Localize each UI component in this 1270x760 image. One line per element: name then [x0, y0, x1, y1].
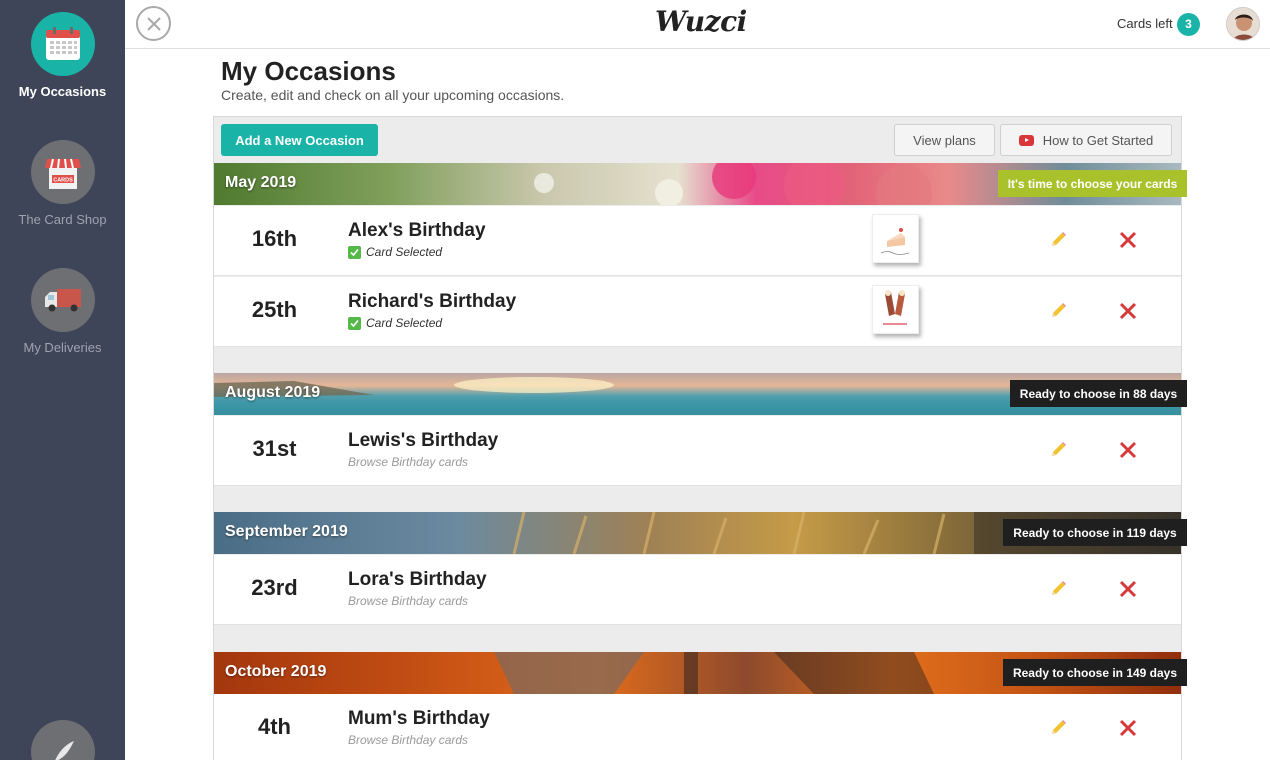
sidebar-item-label: My Occasions: [18, 84, 107, 99]
occasion-row[interactable]: 31st Lewis's Birthday Browse Birthday ca…: [214, 416, 1181, 486]
delete-x-icon[interactable]: [1118, 718, 1138, 738]
delete-x-icon[interactable]: [1118, 579, 1138, 599]
page-subtitle: Create, edit and check on all your upcom…: [221, 87, 565, 103]
occasion-date: 16th: [251, 226, 298, 251]
view-plans-label: View plans: [913, 132, 976, 148]
selected-card-thumbnail[interactable]: [872, 285, 919, 334]
occasion-status[interactable]: Browse Birthday cards: [348, 455, 468, 469]
month-label: September 2019: [225, 523, 348, 540]
edit-pencil-icon[interactable]: [1048, 718, 1068, 738]
occasion-date: 23rd: [251, 575, 298, 600]
beer-card-image: [883, 290, 907, 325]
occasion-status-text: Card Selected: [366, 245, 443, 259]
occasion-row[interactable]: 23rd Lora's Birthday Browse Birthday car…: [214, 555, 1181, 625]
occasion-date: 4th: [258, 714, 291, 739]
shop-icon: CARDS: [30, 140, 95, 204]
cards-left-count-badge: 3: [1177, 13, 1200, 36]
view-plans-button[interactable]: View plans: [894, 124, 995, 156]
occasion-name[interactable]: Richard's Birthday: [348, 291, 516, 313]
sidebar-item-my-occasions[interactable]: My Occasions: [0, 12, 125, 99]
delete-x-icon[interactable]: [1118, 440, 1138, 460]
month-label: August 2019: [225, 384, 321, 401]
logo: Wuzci: [655, 5, 747, 38]
occasion-date: 25th: [251, 297, 298, 322]
page-title: My Occasions: [221, 56, 396, 86]
sidebar-item-my-deliveries[interactable]: My Deliveries: [0, 268, 125, 355]
avatar[interactable]: [1226, 7, 1260, 41]
browse-cards-link[interactable]: Browse Birthday cards: [348, 594, 468, 608]
occasion-date: 31st: [252, 436, 297, 461]
browse-cards-link[interactable]: Browse Birthday cards: [348, 733, 468, 747]
close-icon: [146, 16, 161, 31]
occasion-row[interactable]: 4th Mum's Birthday Browse Birthday cards: [214, 694, 1181, 760]
occasion-row[interactable]: 25th Richard's Birthday Card Selected: [214, 277, 1181, 347]
occasion-status-text: Card Selected: [366, 316, 443, 330]
svg-text:CARDS: CARDS: [53, 178, 73, 184]
occasion-name[interactable]: Lewis's Birthday: [348, 430, 498, 452]
edit-pencil-icon[interactable]: [1048, 301, 1068, 321]
month-label: May 2019: [225, 174, 297, 191]
delete-x-icon[interactable]: [1118, 301, 1138, 321]
add-occasion-button[interactable]: Add a New Occasion: [221, 124, 378, 156]
sidebar: My Occasions CARDS The Card Shop My Deli…: [0, 0, 125, 760]
how-to-get-started-button[interactable]: How to Get Started: [1000, 124, 1172, 156]
close-button[interactable]: [136, 6, 171, 41]
occasion-row[interactable]: 16th Alex's Birthday Card Selected: [214, 206, 1181, 276]
feather-icon: [30, 720, 95, 760]
occasion-status: Card Selected: [348, 245, 442, 259]
occasion-status[interactable]: Browse Birthday cards: [348, 733, 468, 747]
sidebar-item-label: My Deliveries: [23, 340, 102, 355]
occasion-name[interactable]: Mum's Birthday: [348, 708, 490, 730]
occasion-name[interactable]: Lora's Birthday: [348, 569, 487, 591]
delete-x-icon[interactable]: [1118, 230, 1138, 250]
cards-left-label: Cards left: [1117, 16, 1173, 31]
check-icon: [348, 245, 361, 259]
edit-pencil-icon[interactable]: [1048, 230, 1068, 250]
occasion-name[interactable]: Alex's Birthday: [348, 220, 486, 242]
top-bar: Wuzci Cards left 3: [125, 0, 1270, 49]
cake-card-image: [880, 228, 910, 255]
status-badge: Ready to choose in 88 days: [1010, 380, 1187, 407]
how-to-label: How to Get Started: [1042, 132, 1154, 148]
status-badge: Ready to choose in 149 days: [1003, 659, 1187, 686]
youtube-icon: [1018, 134, 1034, 146]
status-badge: It's time to choose your cards: [998, 170, 1187, 197]
sidebar-item-label: The Card Shop: [18, 212, 107, 227]
edit-pencil-icon[interactable]: [1048, 579, 1068, 599]
month-label: October 2019: [225, 663, 327, 680]
calendar-icon: [30, 12, 95, 76]
status-badge: Ready to choose in 119 days: [1003, 519, 1187, 546]
sidebar-item-extra[interactable]: [0, 720, 125, 760]
edit-pencil-icon[interactable]: [1048, 440, 1068, 460]
check-icon: [348, 316, 361, 330]
sidebar-item-card-shop[interactable]: CARDS The Card Shop: [0, 140, 125, 227]
selected-card-thumbnail[interactable]: [872, 214, 919, 263]
truck-icon: [30, 268, 95, 332]
browse-cards-link[interactable]: Browse Birthday cards: [348, 455, 468, 469]
occasion-status[interactable]: Browse Birthday cards: [348, 594, 468, 608]
occasion-status: Card Selected: [348, 316, 442, 330]
